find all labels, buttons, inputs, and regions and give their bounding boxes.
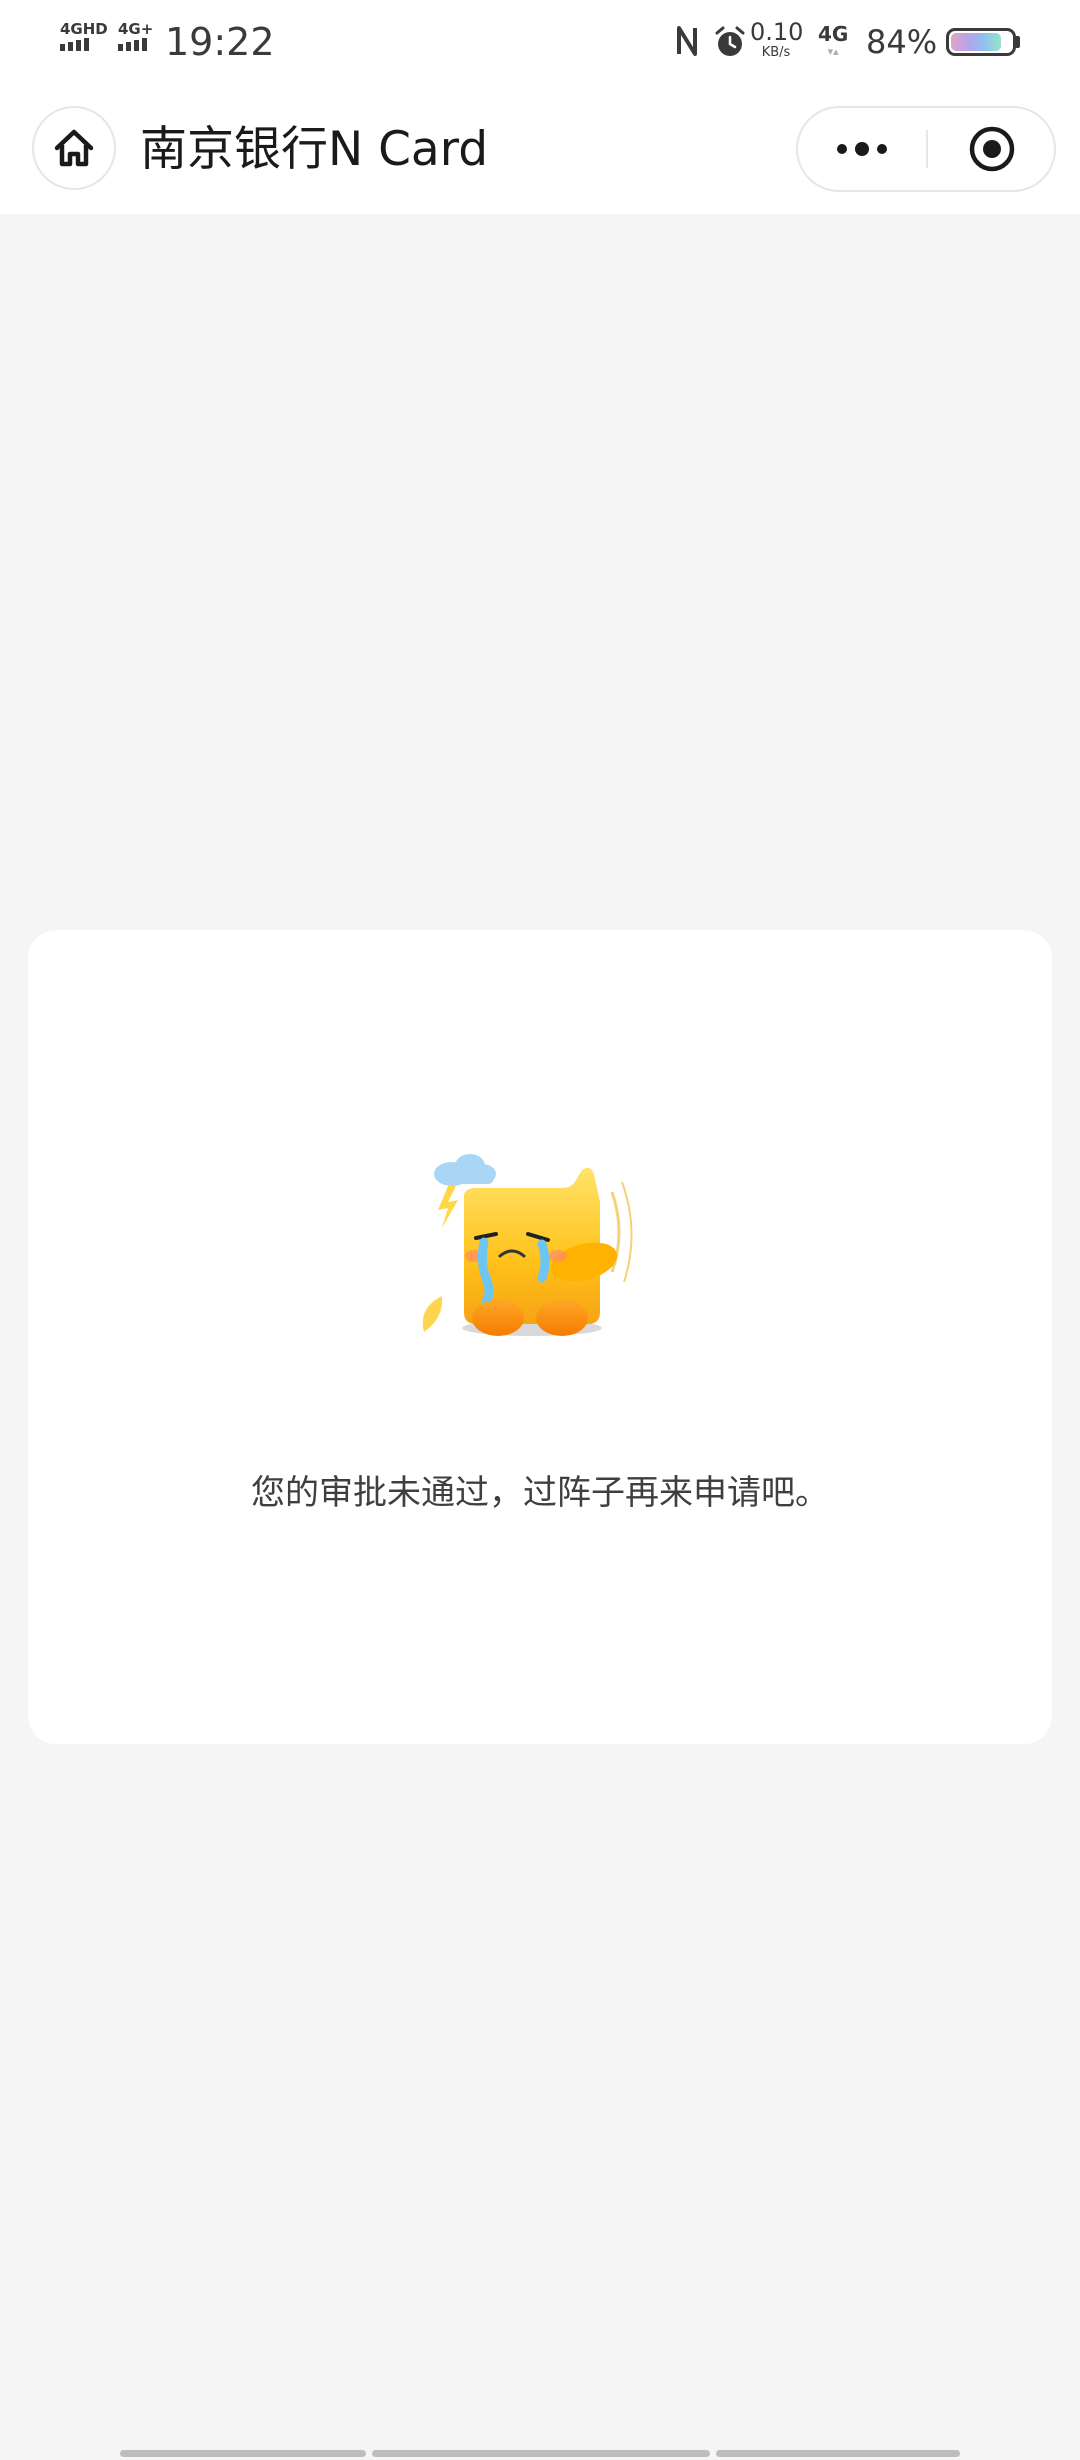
more-dots-icon	[837, 142, 887, 156]
approval-result-message: 您的审批未通过，过阵子再来申请吧。	[251, 1473, 829, 1513]
battery-level-fill	[951, 33, 1002, 51]
miniprogram-close-icon	[969, 126, 1015, 172]
network-type-3-label: 4G	[818, 22, 849, 46]
gesture-bar-center[interactable]	[372, 2450, 710, 2457]
more-button[interactable]	[798, 108, 926, 190]
network-type-1: 4GHD	[60, 20, 108, 38]
gesture-bar-left	[120, 2450, 366, 2457]
result-card: 您的审批未通过，过阵子再来申请吧。	[28, 930, 1052, 1744]
battery-percent: 84%	[866, 23, 938, 61]
nav-bar: 南京银行N Card	[0, 84, 1080, 214]
gesture-bar-right	[716, 2450, 960, 2457]
signal-strength-icon-1	[60, 38, 89, 51]
battery-tip	[1016, 36, 1020, 48]
data-activity-icon: ▾▴	[827, 45, 839, 58]
close-button[interactable]	[928, 108, 1056, 190]
signal-strength-icon-2	[118, 38, 147, 51]
nfc-icon	[677, 26, 697, 56]
clock-time: 19:22	[165, 20, 275, 64]
miniprogram-capsule	[796, 106, 1056, 192]
cloud-shape	[434, 1154, 496, 1186]
home-icon	[54, 129, 94, 167]
home-button[interactable]	[32, 106, 116, 190]
battery-icon	[946, 28, 1016, 56]
network-type-3: 4G ▾▴	[818, 22, 848, 58]
page-title: 南京银行N Card	[140, 122, 489, 177]
network-type-2: 4G+	[118, 20, 154, 38]
alarm-icon	[715, 26, 745, 56]
status-bar: 4GHD 4G+ 19:22 0.10 KB/s 4G ▾▴ 84%	[0, 0, 1080, 84]
crying-mascot-illustration	[422, 1154, 633, 1336]
network-speed: 0.10 KB/s	[750, 18, 804, 60]
network-speed-unit: KB/s	[761, 45, 791, 60]
network-speed-value: 0.10	[750, 18, 804, 46]
